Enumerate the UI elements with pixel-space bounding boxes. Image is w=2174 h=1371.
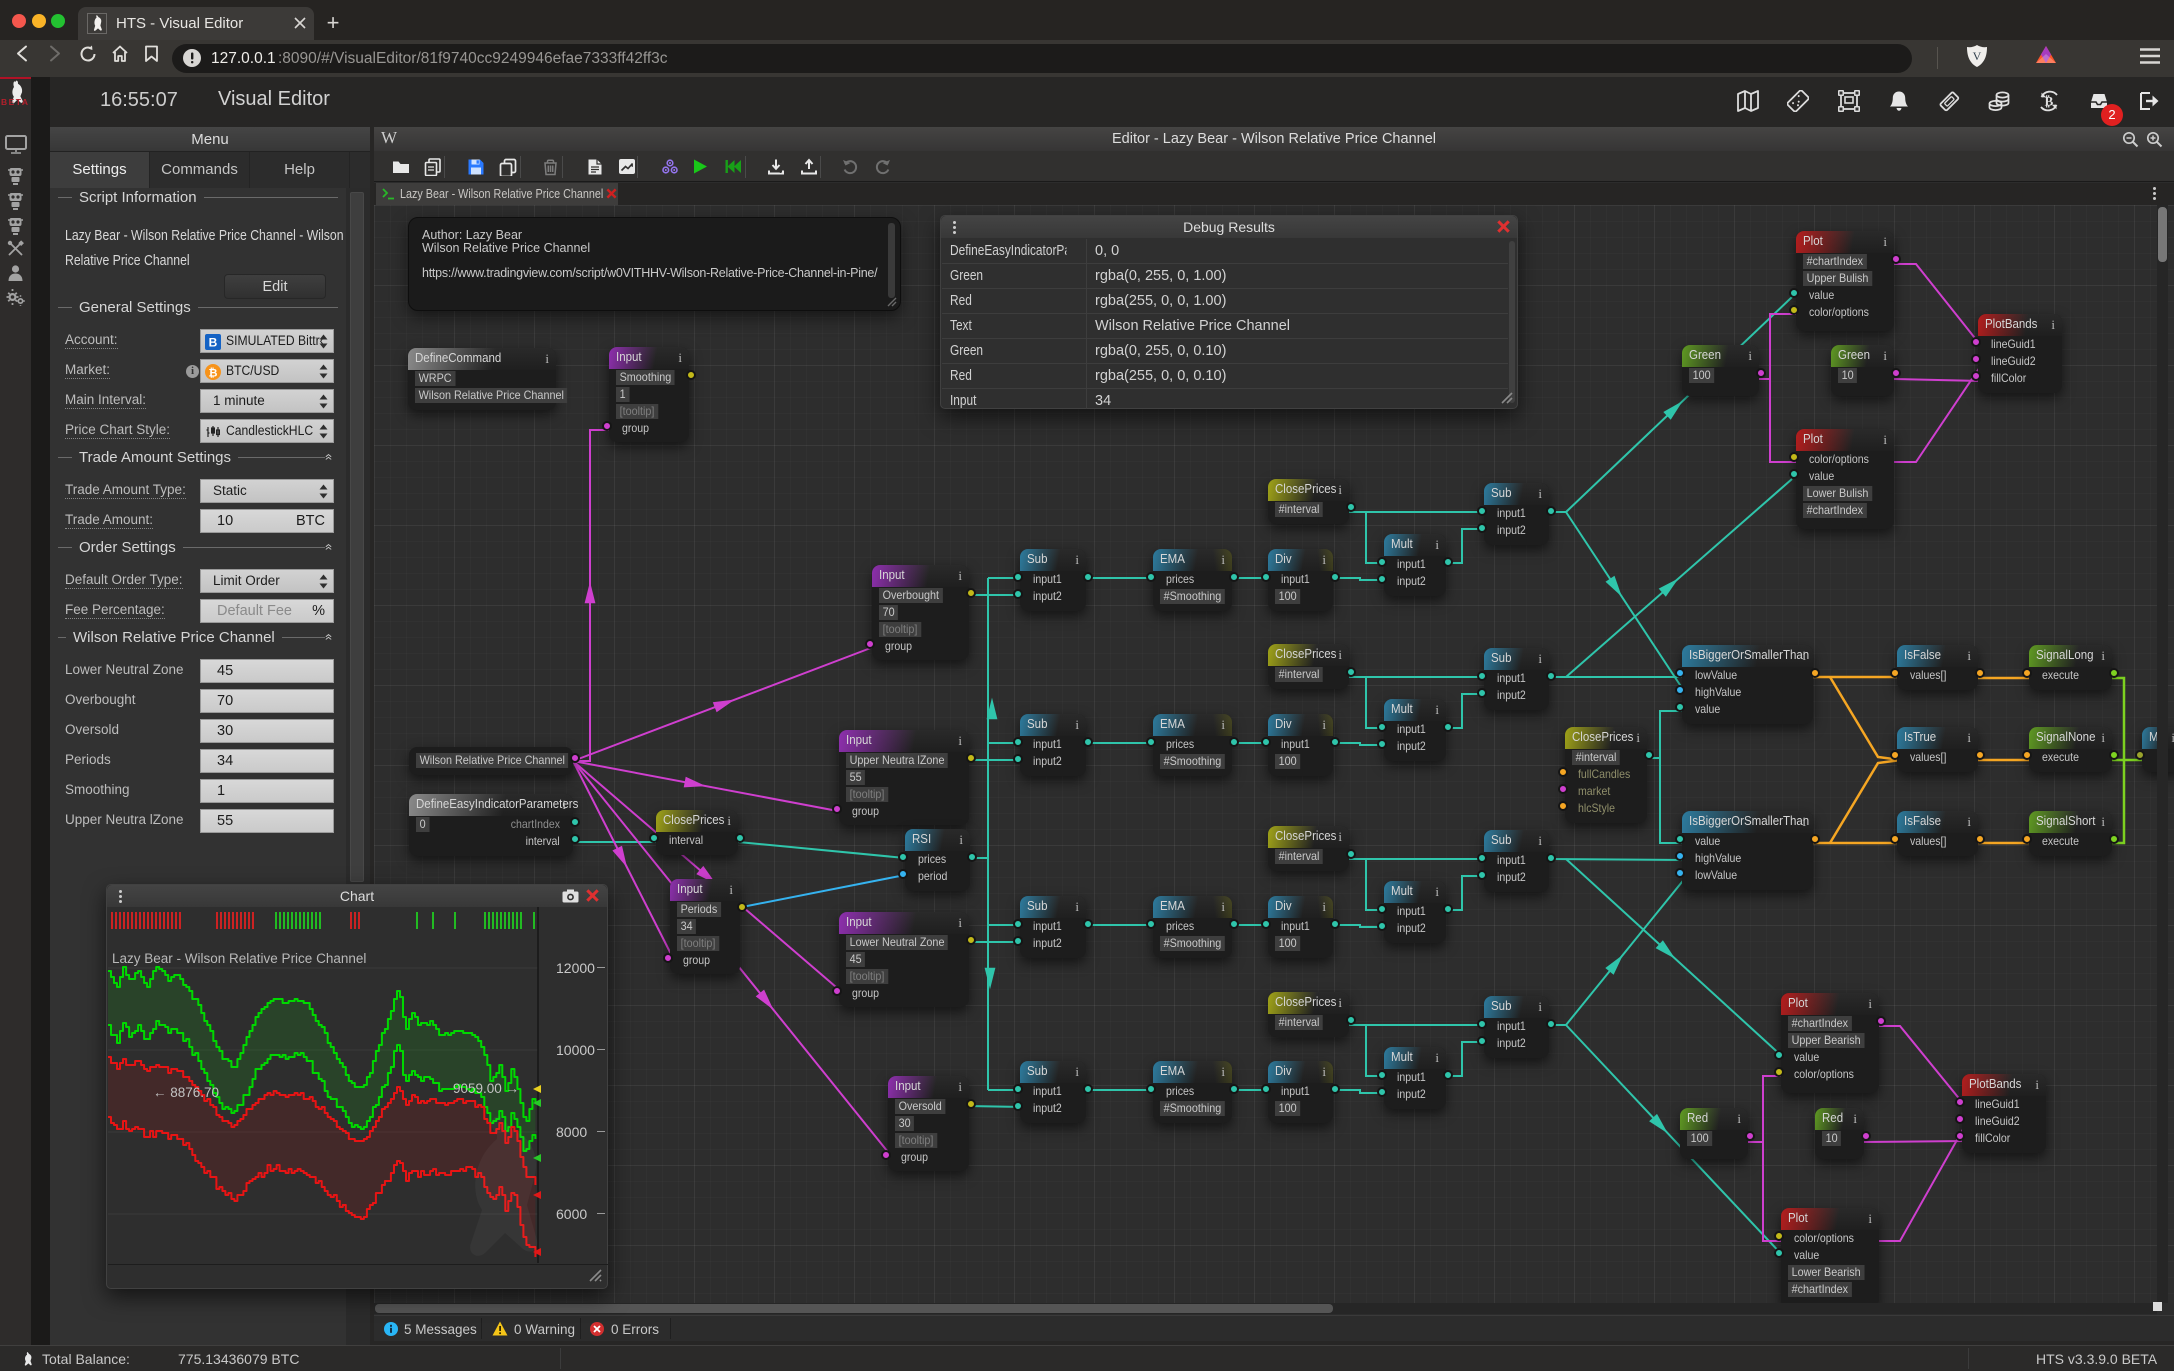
svg-text:₿: ₿ [209,368,218,380]
svg-text:B: B [209,336,218,350]
svg-text:₿: ₿ [2045,94,2054,109]
svg-text:V: V [1973,49,1982,63]
